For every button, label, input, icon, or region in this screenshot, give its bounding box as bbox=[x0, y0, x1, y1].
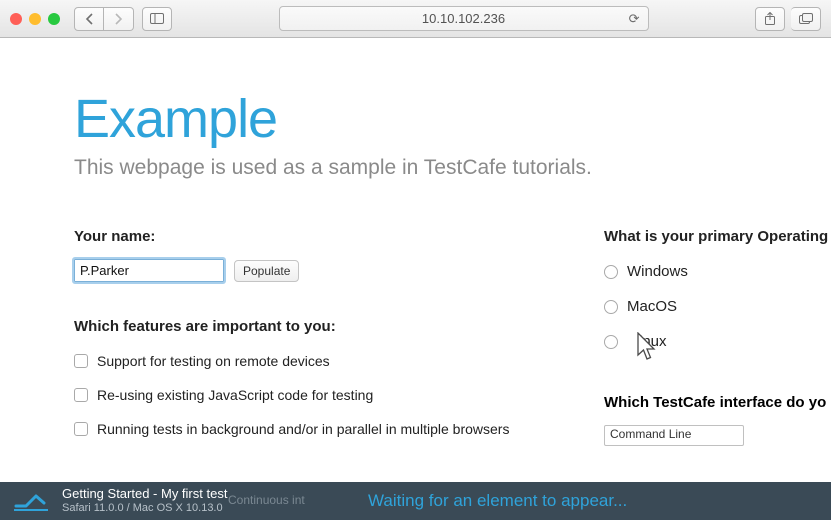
checkbox-icon[interactable] bbox=[74, 422, 88, 436]
feature-row[interactable]: Support for testing on remote devices bbox=[74, 353, 544, 369]
page-heading: Example bbox=[74, 88, 831, 150]
feature-row[interactable]: Running tests in background and/or in pa… bbox=[74, 421, 544, 437]
window-controls bbox=[10, 13, 60, 25]
close-window-button[interactable] bbox=[10, 13, 22, 25]
waiting-message: Waiting for an element to appear... bbox=[368, 491, 627, 511]
sidebar-toggle-button[interactable] bbox=[142, 7, 172, 31]
radio-icon[interactable] bbox=[604, 300, 618, 314]
address-bar[interactable]: 10.10.102.236 ⟳ bbox=[279, 6, 649, 31]
test-title: Getting Started - My first test bbox=[62, 487, 227, 502]
browser-toolbar: 10.10.102.236 ⟳ bbox=[0, 0, 831, 38]
tabs-button[interactable] bbox=[791, 7, 821, 31]
features-label: Which features are important to you: bbox=[74, 318, 544, 335]
name-label: Your name: bbox=[74, 228, 544, 245]
background-text: Continuous int bbox=[228, 493, 305, 507]
minimize-window-button[interactable] bbox=[29, 13, 41, 25]
os-label: What is your primary Operating bbox=[604, 228, 828, 245]
radio-icon[interactable] bbox=[604, 265, 618, 279]
checkbox-icon[interactable] bbox=[74, 388, 88, 402]
forward-button[interactable] bbox=[104, 7, 134, 31]
os-option[interactable]: Windows bbox=[604, 263, 828, 280]
page-content: Example This webpage is used as a sample… bbox=[0, 38, 831, 482]
name-input[interactable] bbox=[74, 259, 224, 282]
os-option-text: inux bbox=[639, 333, 667, 350]
address-text: 10.10.102.236 bbox=[422, 11, 505, 26]
test-env: Safari 11.0.0 / Mac OS X 10.13.0 bbox=[62, 502, 227, 515]
testcafe-status-bar: Getting Started - My first test Safari 1… bbox=[0, 482, 831, 520]
nav-buttons bbox=[74, 7, 134, 31]
os-option-text: Windows bbox=[627, 263, 688, 280]
os-option-text: MacOS bbox=[627, 298, 677, 315]
interface-select[interactable]: Command Line bbox=[604, 425, 744, 446]
feature-text: Support for testing on remote devices bbox=[97, 353, 330, 369]
feature-text: Running tests in background and/or in pa… bbox=[97, 421, 509, 437]
interface-label: Which TestCafe interface do yo bbox=[604, 394, 828, 411]
testcafe-logo-icon bbox=[14, 491, 48, 511]
back-button[interactable] bbox=[74, 7, 104, 31]
os-option[interactable]: inux bbox=[604, 333, 828, 350]
feature-text: Re-using existing JavaScript code for te… bbox=[97, 387, 373, 403]
populate-button[interactable]: Populate bbox=[234, 260, 299, 282]
checkbox-icon[interactable] bbox=[74, 354, 88, 368]
share-button[interactable] bbox=[755, 7, 785, 31]
feature-row[interactable]: Re-using existing JavaScript code for te… bbox=[74, 387, 544, 403]
radio-icon[interactable] bbox=[604, 335, 618, 349]
test-info: Getting Started - My first test Safari 1… bbox=[62, 487, 227, 515]
os-option[interactable]: MacOS bbox=[604, 298, 828, 315]
page-subtitle: This webpage is used as a sample in Test… bbox=[74, 156, 831, 180]
maximize-window-button[interactable] bbox=[48, 13, 60, 25]
reload-icon[interactable]: ⟳ bbox=[629, 11, 640, 27]
